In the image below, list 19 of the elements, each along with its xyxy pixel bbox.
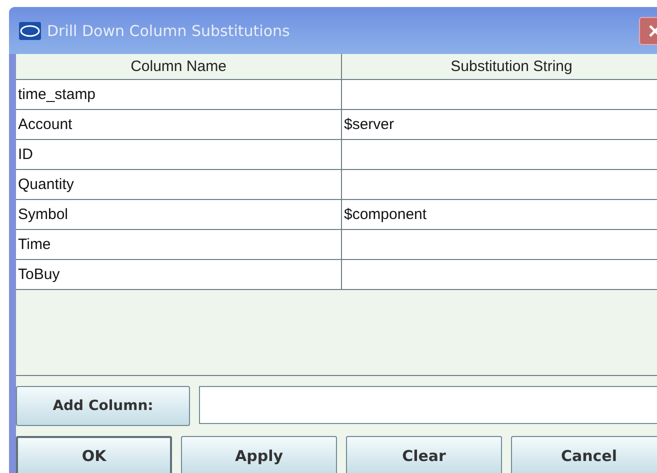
table-cell: Quantity xyxy=(18,176,74,193)
app-logo-icon xyxy=(19,22,41,40)
dialog-button[interactable]: OK xyxy=(16,436,172,473)
dialog-button[interactable]: Apply xyxy=(181,436,337,473)
table-cell: $component xyxy=(344,206,427,223)
table-cell: ID xyxy=(18,146,33,163)
dialog-button[interactable]: Clear xyxy=(346,436,502,473)
add-column-button[interactable]: Add Column: xyxy=(16,386,190,426)
column-header[interactable]: Column Name xyxy=(16,54,342,80)
table-cell: time_stamp xyxy=(18,86,96,103)
dialog-button[interactable]: Cancel xyxy=(511,436,657,473)
table-cell: Account xyxy=(18,116,72,133)
table-cell: Symbol xyxy=(18,206,68,223)
column-name-field[interactable] xyxy=(199,386,657,424)
table-cell: $server xyxy=(344,116,394,133)
column-header[interactable]: Substitution String xyxy=(342,54,657,80)
table-cell: ToBuy xyxy=(18,266,60,283)
table-cell: Time xyxy=(18,236,51,253)
window-title: Drill Down Column Substitutions xyxy=(47,22,290,40)
